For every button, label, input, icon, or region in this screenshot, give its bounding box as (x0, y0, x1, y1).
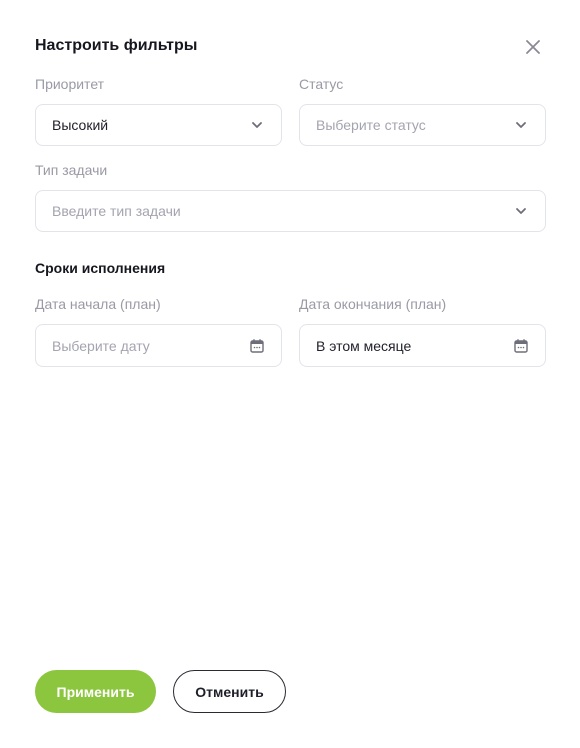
calendar-icon (513, 338, 529, 354)
status-placeholder: Выберите статус (316, 117, 426, 133)
close-icon (526, 40, 540, 54)
deadlines-section-title: Сроки исполнения (35, 260, 166, 276)
cancel-button[interactable]: Отменить (173, 670, 286, 713)
end-date-picker[interactable]: В этом месяце (299, 324, 546, 367)
status-label: Статус (299, 76, 344, 92)
apply-button[interactable]: Применить (35, 670, 156, 713)
calendar-icon (249, 338, 265, 354)
task-type-placeholder: Введите тип задачи (52, 203, 181, 219)
end-date-label: Дата окончания (план) (299, 296, 447, 312)
priority-label: Приоритет (35, 76, 105, 92)
end-date-value: В этом месяце (316, 337, 412, 354)
start-date-picker[interactable]: Выберите дату (35, 324, 282, 367)
close-button[interactable] (521, 35, 545, 59)
status-select[interactable]: Выберите статус (299, 104, 546, 146)
task-type-select[interactable]: Введите тип задачи (35, 190, 546, 232)
dialog-title: Настроить фильтры (35, 37, 198, 54)
filters-dialog: Настроить фильтры Приоритет Высокий Стат… (0, 0, 580, 748)
chevron-down-icon (513, 117, 529, 133)
start-date-label: Дата начала (план) (35, 296, 161, 312)
priority-select[interactable]: Высокий (35, 104, 282, 146)
start-date-placeholder: Выберите дату (52, 337, 150, 354)
task-type-label: Тип задачи (35, 162, 108, 178)
chevron-down-icon (249, 117, 265, 133)
priority-value: Высокий (52, 117, 109, 133)
chevron-down-icon (513, 203, 529, 219)
